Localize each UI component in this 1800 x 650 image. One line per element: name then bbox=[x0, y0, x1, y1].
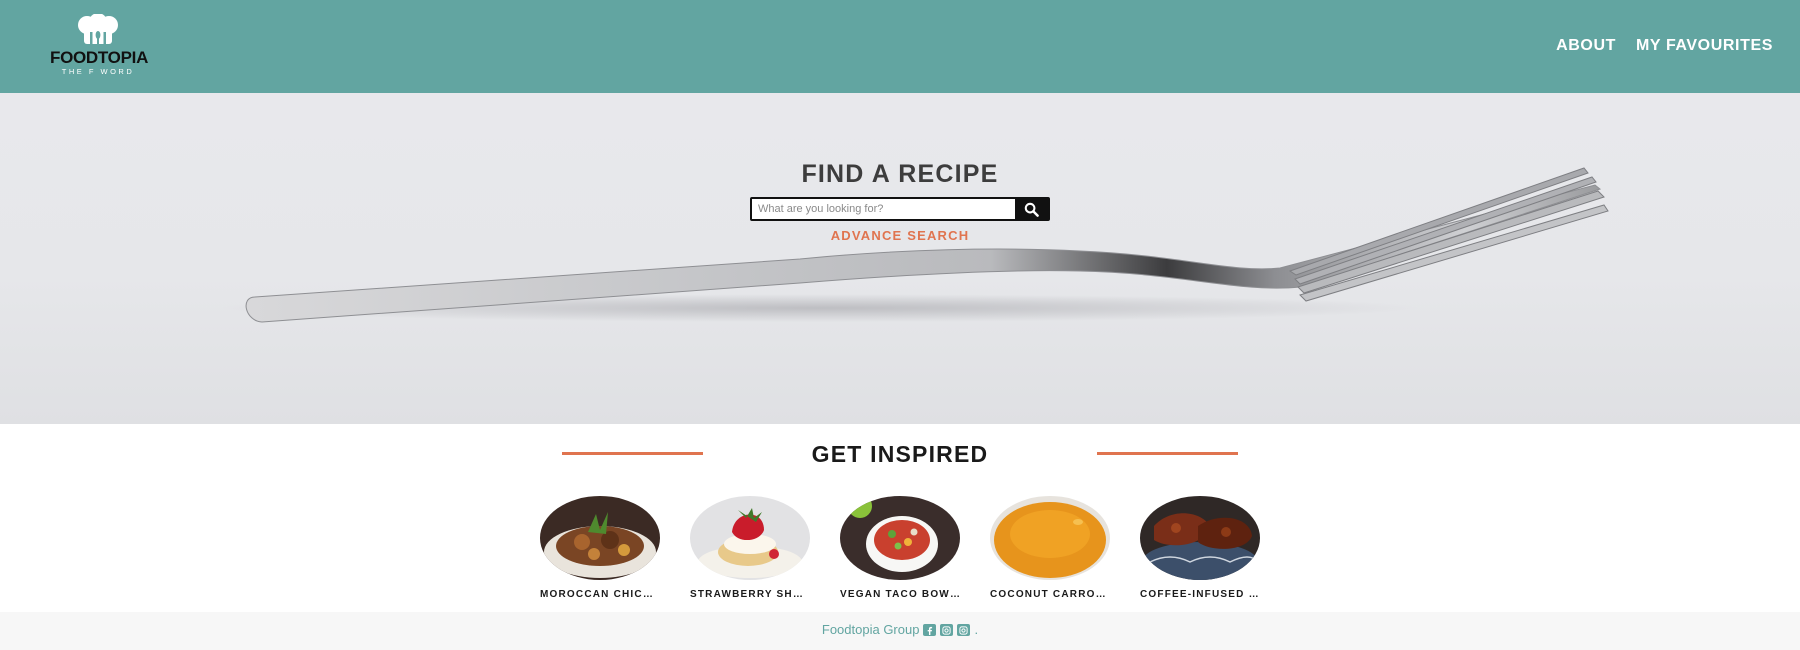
hero-banner: FIND A RECIPE ADVANCE SEARCH bbox=[0, 93, 1800, 424]
recipe-card-coffee-infused-bbq-ribs[interactable]: COFFEE-INFUSED BBQ RIBS bbox=[1140, 496, 1260, 601]
recipe-card-vegan-taco-bowls[interactable]: VEGAN TACO BOWLS bbox=[840, 494, 960, 601]
chef-hat-icon bbox=[78, 14, 118, 46]
advance-search-link[interactable]: ADVANCE SEARCH bbox=[0, 228, 1800, 244]
footer-text: Foodtopia Group bbox=[821, 622, 920, 637]
facebook-icon[interactable] bbox=[923, 624, 937, 636]
footer-credit: Foodtopia Group . bbox=[822, 622, 978, 638]
recipe-thumbnail bbox=[690, 496, 810, 580]
recipe-card-label: COFFEE-INFUSED BBQ RIBS bbox=[1140, 589, 1260, 600]
instagram-icon[interactable] bbox=[940, 624, 954, 636]
recipe-search-bar bbox=[750, 197, 1050, 221]
brand-tagline: THE F WORD bbox=[61, 67, 135, 76]
foodtopia-logo[interactable]: FOODTOPIA THE F WORD bbox=[50, 14, 149, 76]
find-recipe-heading: FIND A RECIPE bbox=[801, 160, 999, 188]
nav-my-favourites[interactable]: MY FAVOURITES bbox=[1636, 36, 1773, 56]
recipe-thumbnail bbox=[1140, 496, 1260, 582]
instagram-icon[interactable] bbox=[957, 624, 971, 636]
recipe-thumbnail bbox=[540, 496, 660, 580]
recipe-thumbnail bbox=[990, 496, 1110, 580]
recipe-thumbnail bbox=[840, 494, 960, 580]
recipe-card-strawberry-shortcake[interactable]: STRAWBERRY SHORTCAKE bbox=[690, 496, 810, 601]
recipe-card-label: VEGAN TACO BOWLS bbox=[840, 589, 960, 600]
recipe-card-label: COCONUT CARROT-GINGER SOUP bbox=[990, 589, 1110, 600]
nav-about[interactable]: ABOUT bbox=[1556, 36, 1616, 56]
inspiration-cards: MOROCCAN CHICKEN STRAWBERRY SHORTCAKE VE… bbox=[540, 494, 1260, 601]
recipe-card-moroccan-chicken[interactable]: MOROCCAN CHICKEN bbox=[540, 496, 660, 601]
get-inspired-heading: GET INSPIRED bbox=[811, 441, 989, 467]
fork-background-image bbox=[220, 167, 1609, 323]
recipe-card-label: MOROCCAN CHICKEN bbox=[540, 589, 660, 600]
site-footer: Foodtopia Group . bbox=[0, 612, 1800, 650]
site-header: FOODTOPIA THE F WORD ABOUT MY FAVOURITES bbox=[0, 0, 1800, 93]
search-icon bbox=[1024, 202, 1039, 217]
footer-period: . bbox=[974, 622, 979, 637]
search-button[interactable] bbox=[1015, 199, 1048, 219]
recipe-card-label: STRAWBERRY SHORTCAKE bbox=[690, 589, 810, 600]
heading-rule-right bbox=[1097, 452, 1238, 455]
recipe-card-coconut-carrot-ginger-soup[interactable]: COCONUT CARROT-GINGER SOUP bbox=[990, 496, 1110, 601]
brand-name: FOODTOPIA bbox=[50, 48, 149, 67]
main-nav: ABOUT MY FAVOURITES bbox=[1556, 36, 1773, 56]
search-input[interactable] bbox=[752, 199, 1015, 219]
